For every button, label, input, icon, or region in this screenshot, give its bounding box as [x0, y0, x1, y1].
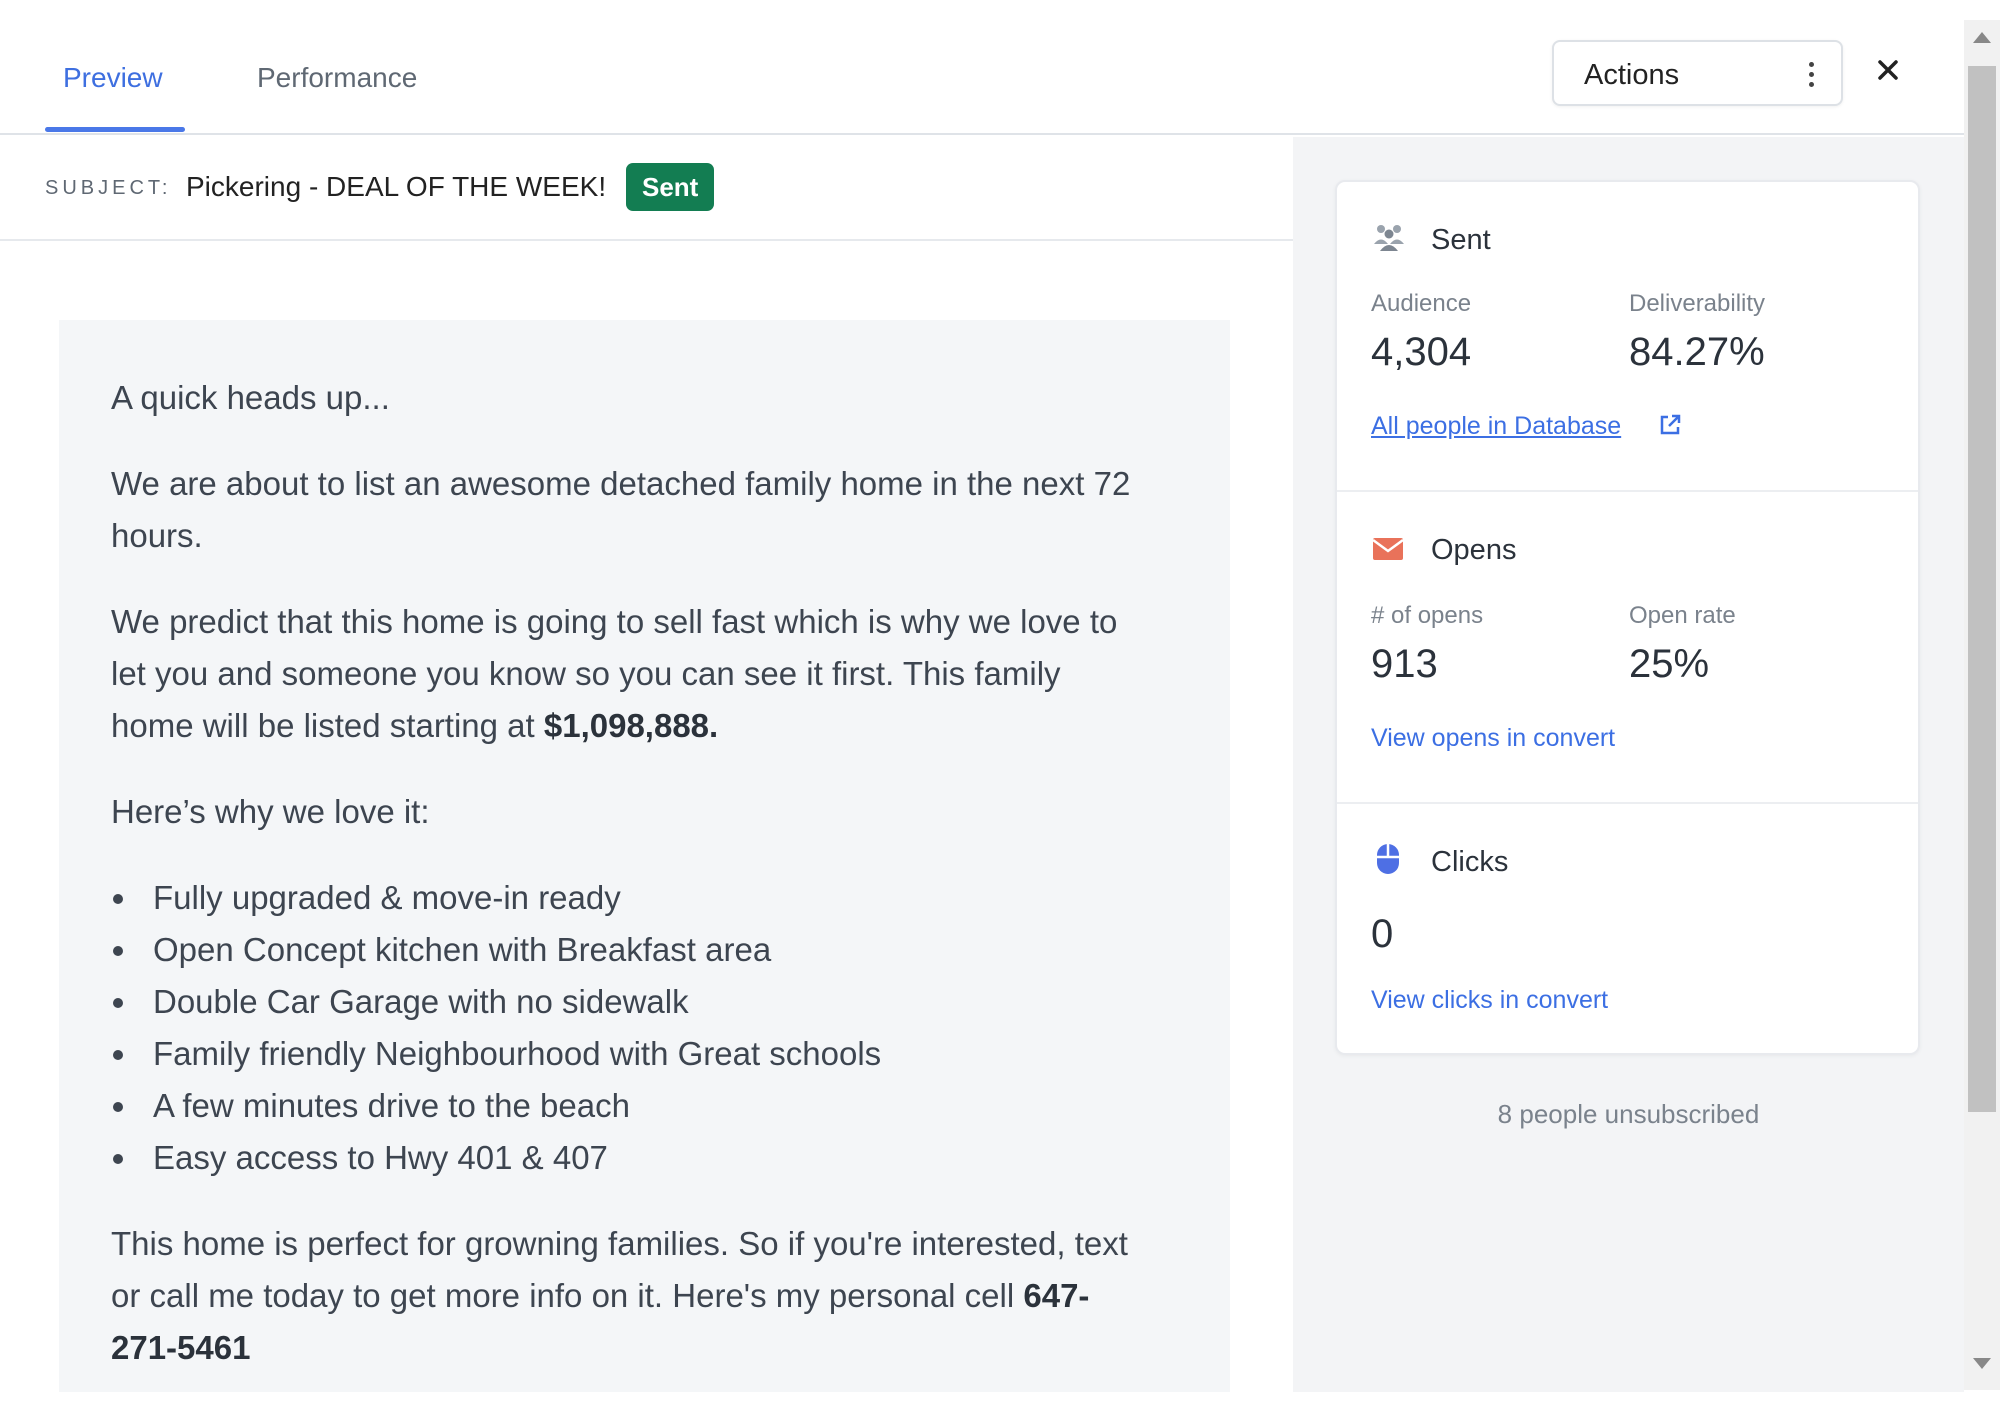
email-body: A quick heads up... We are about to list…: [111, 372, 1151, 1408]
actions-label: Actions: [1584, 59, 1680, 91]
open-rate-value: 25%: [1629, 642, 1710, 686]
active-tab-indicator: [45, 127, 185, 132]
subject-row: SUBJECT: Pickering - DEAL OF THE WEEK! S…: [0, 137, 1293, 241]
view-clicks-link[interactable]: View clicks in convert: [1371, 986, 1608, 1015]
list-item: A few minutes drive to the beach: [111, 1080, 1151, 1132]
scroll-down-arrow-icon[interactable]: [1973, 1358, 1991, 1369]
tab-performance[interactable]: Performance: [257, 62, 417, 94]
email-paragraph: This home is perfect for growning famili…: [111, 1225, 1128, 1366]
sent-title: Sent: [1431, 224, 1491, 256]
email-paragraph: A quick heads up...: [111, 379, 390, 416]
list-item: Easy access to Hwy 401 & 407: [111, 1132, 1151, 1184]
subject-label: SUBJECT:: [45, 177, 172, 199]
performance-sidebar: Sent Audience 4,304 Deliverability 84.27…: [1293, 137, 1964, 1392]
opens-title: Opens: [1431, 534, 1517, 566]
scroll-up-arrow-icon[interactable]: [1973, 32, 1991, 43]
actions-button[interactable]: Actions: [1552, 40, 1843, 106]
scrollbar-thumb[interactable]: [1968, 66, 1996, 1112]
deliverability-label: Deliverability: [1629, 290, 1766, 317]
kebab-menu-icon: [1809, 62, 1815, 88]
vertical-scrollbar[interactable]: [1964, 20, 2000, 1390]
section-divider: [1337, 490, 1918, 492]
tab-preview[interactable]: Preview: [63, 62, 163, 94]
list-item: Fully upgraded & move-in ready: [111, 872, 1151, 924]
open-rate-label: Open rate: [1629, 602, 1736, 629]
mouse-icon: [1377, 844, 1399, 874]
view-opens-link[interactable]: View opens in convert: [1371, 724, 1615, 753]
email-paragraph: We predict that this home is going to se…: [111, 603, 1118, 744]
listing-price: $1,098,888.: [543, 707, 719, 744]
close-button[interactable]: [1870, 52, 1906, 88]
stats-card: Sent Audience 4,304 Deliverability 84.27…: [1335, 180, 1920, 1055]
email-paragraph: Here’s why we love it:: [111, 793, 430, 830]
list-item: Open Concept kitchen with Breakfast area: [111, 924, 1151, 976]
all-people-link[interactable]: All people in Database: [1371, 412, 1621, 441]
email-paragraph: We are about to list an awesome detached…: [111, 465, 1131, 554]
clicks-value: 0: [1371, 912, 1394, 956]
list-item: Double Car Garage with no sidewalk: [111, 976, 1151, 1028]
section-divider: [1337, 802, 1918, 804]
clicks-title: Clicks: [1431, 846, 1509, 878]
opens-count-value: 913: [1371, 642, 1438, 686]
list-item: Family friendly Neighbourhood with Great…: [111, 1028, 1151, 1080]
envelope-icon: [1372, 538, 1404, 560]
opens-count-label: # of opens: [1371, 602, 1484, 629]
status-badge: Sent: [626, 163, 715, 211]
unsubscribed-count: 8 people unsubscribed: [1497, 1099, 1760, 1129]
subject-text: Pickering - DEAL OF THE WEEK!: [186, 171, 607, 202]
external-link-icon[interactable]: [1657, 412, 1683, 438]
panel-header: Preview Performance Actions: [0, 0, 1964, 135]
deliverability-value: 84.27%: [1629, 330, 1765, 374]
audience-value: 4,304: [1371, 330, 1472, 374]
feature-list: Fully upgraded & move-in ready Open Conc…: [111, 872, 1151, 1184]
audience-label: Audience: [1371, 290, 1472, 317]
people-icon: [1374, 225, 1404, 251]
email-preview: A quick heads up... We are about to list…: [59, 320, 1230, 1392]
close-icon: [1878, 60, 1898, 80]
